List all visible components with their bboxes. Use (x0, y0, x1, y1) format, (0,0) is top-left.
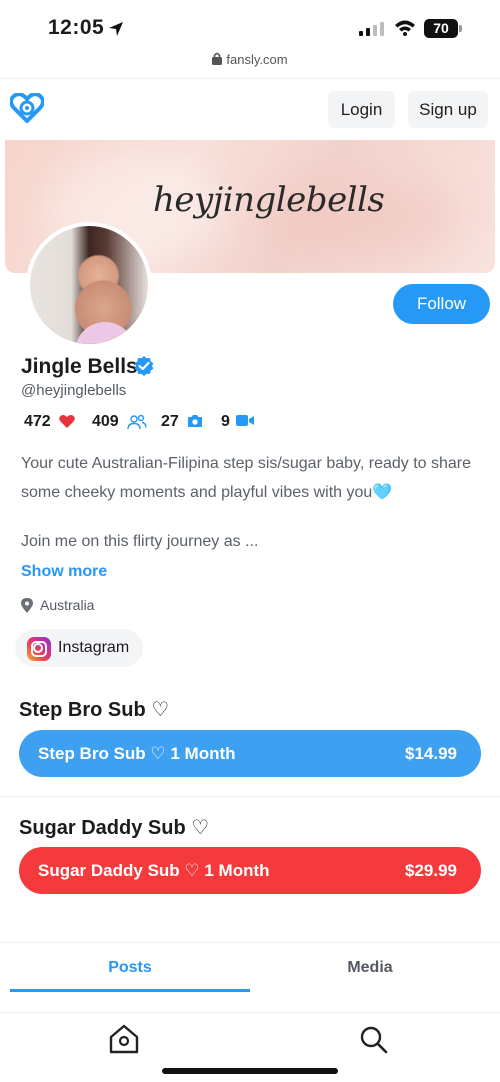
instagram-label: Instagram (58, 639, 130, 656)
stat-photos: 27 (161, 413, 202, 431)
stat-followers: 409 (92, 413, 147, 431)
users-icon (127, 414, 147, 430)
show-more-link[interactable]: Show more (21, 563, 107, 581)
content-tabs: Posts Media (0, 942, 500, 992)
likes-count: 472 (24, 413, 51, 430)
tier-button-label: Step Bro Sub ♡ 1 Month (38, 744, 236, 763)
url-bar[interactable]: fansly.com (0, 52, 500, 67)
divider (0, 796, 500, 797)
battery-cap (459, 25, 462, 32)
video-camera-icon (236, 415, 254, 426)
battery-level: 70 (424, 19, 458, 38)
lock-icon (212, 52, 223, 65)
subscribe-step-bro-button[interactable]: Step Bro Sub ♡ 1 Month $14.99 (19, 730, 481, 777)
cellular-signal-icon (359, 22, 384, 36)
map-pin-icon (21, 598, 33, 613)
bottom-navigation (0, 1012, 500, 1082)
heart-icon (59, 414, 75, 428)
videos-count: 9 (221, 413, 230, 430)
verified-badge-icon (134, 356, 154, 376)
tier-title: Sugar Daddy Sub ♡ (19, 817, 210, 839)
wifi-icon (395, 20, 415, 36)
tab-media[interactable]: Media (250, 959, 490, 977)
fansly-logo-icon[interactable] (10, 93, 44, 123)
login-button[interactable]: Login (328, 91, 395, 128)
tab-posts[interactable]: Posts (10, 959, 250, 977)
followers-count: 409 (92, 413, 119, 430)
tier-price: $14.99 (405, 744, 457, 763)
display-name: Jingle Bells (21, 355, 138, 378)
avatar-clothing (75, 322, 135, 344)
status-bar: 12:05 70 fansly.com (0, 0, 500, 67)
camera-icon (188, 415, 202, 427)
stat-videos: 9 (221, 413, 254, 431)
active-tab-indicator (10, 989, 250, 992)
instagram-icon (27, 637, 51, 661)
battery-indicator: 70 (424, 19, 462, 38)
signup-button[interactable]: Sign up (408, 91, 488, 128)
instagram-link[interactable]: Instagram (15, 629, 143, 667)
tier-price: $29.99 (405, 861, 457, 880)
url-text: fansly.com (226, 52, 288, 67)
photos-count: 27 (161, 413, 179, 430)
home-icon[interactable] (108, 1024, 140, 1054)
tier-button-label: Sugar Daddy Sub ♡ 1 Month (38, 861, 270, 880)
tier-title: Step Bro Sub ♡ (19, 699, 170, 721)
stat-likes: 472 (24, 413, 75, 431)
search-icon[interactable] (359, 1025, 389, 1055)
profile-bio-continued: Join me on this flirty journey as ... (21, 533, 259, 550)
avatar[interactable] (26, 222, 152, 348)
location-text: Australia (40, 597, 95, 613)
subscribe-sugar-daddy-button[interactable]: Sugar Daddy Sub ♡ 1 Month $29.99 (19, 847, 481, 894)
status-time: 12:05 (48, 16, 105, 39)
follow-button[interactable]: Follow (393, 284, 490, 324)
home-indicator (162, 1068, 338, 1074)
profile-handle: @heyjinglebells (21, 382, 127, 399)
banner-text: heyjinglebells (153, 180, 385, 220)
location-arrow-icon (109, 22, 123, 36)
profile-bio: Your cute Australian-Filipina step sis/s… (21, 455, 472, 501)
site-header: Login Sign up (0, 78, 500, 140)
